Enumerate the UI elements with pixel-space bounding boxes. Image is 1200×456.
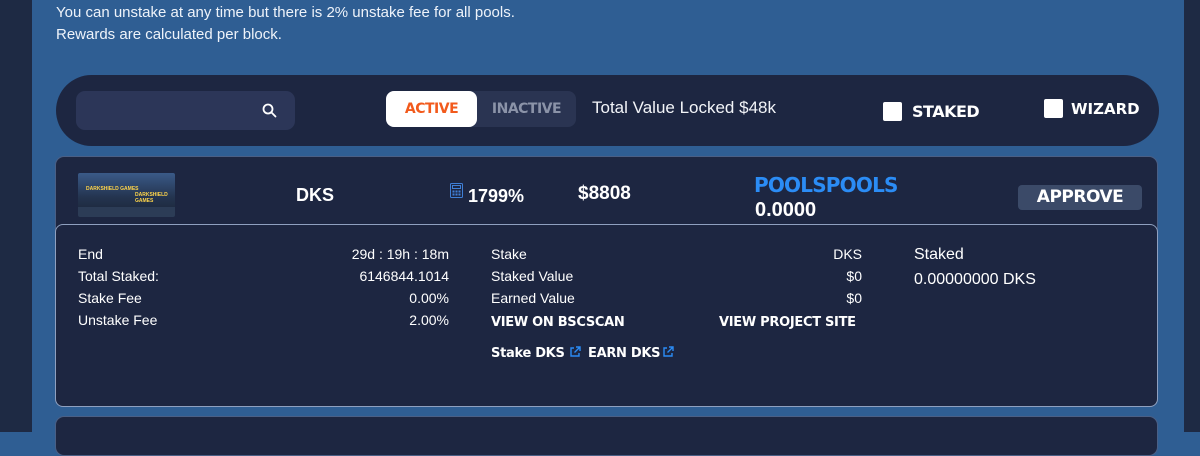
wizard-label[interactable]: WIZARD <box>1071 100 1140 118</box>
pool-notice: You can unstake at any time but there is… <box>56 2 515 46</box>
page-left-edge <box>0 0 32 432</box>
pool-apr: 1799% <box>468 186 525 206</box>
staked-value-label: Staked Value <box>491 268 574 284</box>
notice-line-1: You can unstake at any time but there is… <box>56 4 515 21</box>
total-staked-label: Total Staked: <box>78 268 159 284</box>
view-bscscan-link[interactable]: VIEW ON BSCSCAN <box>491 315 625 330</box>
total-staked-value: 6146844.1014 <box>359 268 449 284</box>
unstake-fee-value: 2.00% <box>409 312 449 328</box>
end-label: End <box>78 246 103 262</box>
search-input[interactable] <box>76 91 295 130</box>
earned-value-value: $0 <box>846 290 862 306</box>
approve-button[interactable]: APPROVE <box>1018 185 1142 210</box>
logo-text-left: DARKSHIELD GAMES <box>86 186 139 192</box>
staked-label[interactable]: STAKED <box>912 102 980 121</box>
stake-label: Stake <box>491 246 527 262</box>
earn-dks-link[interactable]: EARN DKS <box>588 346 660 361</box>
pool-name: DKS <box>296 185 335 205</box>
earned-label: POOLSPOOLS <box>754 173 898 197</box>
pool-card[interactable]: DARKSHIELD GAMES DARKSHIELD GAMES DKS 17… <box>55 156 1158 407</box>
pool-logo: DARKSHIELD GAMES DARKSHIELD GAMES <box>78 173 175 217</box>
pool-details: End 29d : 19h : 18m Total Staked: 614684… <box>55 224 1158 407</box>
pool-tvl: $8808 <box>578 183 631 204</box>
next-pool-card[interactable] <box>55 416 1158 456</box>
external-link-icon[interactable] <box>662 346 674 358</box>
stake-value: DKS <box>833 246 862 262</box>
active-tab[interactable]: ACTIVE <box>386 91 477 127</box>
notice-line-2: Rewards are calculated per block. <box>56 26 282 43</box>
end-value: 29d : 19h : 18m <box>351 246 449 262</box>
earned-value-label: Earned Value <box>491 290 575 306</box>
search-icon[interactable] <box>262 103 277 118</box>
pool-status-toggle: ACTIVE INACTIVE <box>386 91 576 127</box>
staked-checkbox[interactable] <box>883 102 902 121</box>
stake-dks-link[interactable]: Stake DKS <box>491 346 565 361</box>
inactive-tab[interactable]: INACTIVE <box>477 91 576 127</box>
wizard-checkbox[interactable] <box>1044 99 1063 118</box>
page-right-edge <box>1184 0 1200 432</box>
filter-bar: ACTIVE INACTIVE Total Value Locked $48k … <box>56 75 1159 146</box>
logo-ground <box>78 207 175 217</box>
view-project-site-link[interactable]: VIEW PROJECT SITE <box>719 315 856 330</box>
logo-text-right: DARKSHIELD GAMES <box>135 192 168 204</box>
earned-value: 0.0000 <box>755 199 817 221</box>
staked-value-value: $0 <box>846 268 862 284</box>
unstake-fee-label: Unstake Fee <box>78 312 158 328</box>
total-value-locked: Total Value Locked $48k <box>592 98 776 117</box>
calculator-icon[interactable] <box>450 183 463 198</box>
stake-fee-label: Stake Fee <box>78 290 142 306</box>
stake-fee-value: 0.00% <box>409 290 449 306</box>
staked-heading: Staked <box>914 246 964 263</box>
external-link-icon[interactable] <box>569 346 581 358</box>
staked-amount: 0.00000000 DKS <box>914 271 1036 288</box>
